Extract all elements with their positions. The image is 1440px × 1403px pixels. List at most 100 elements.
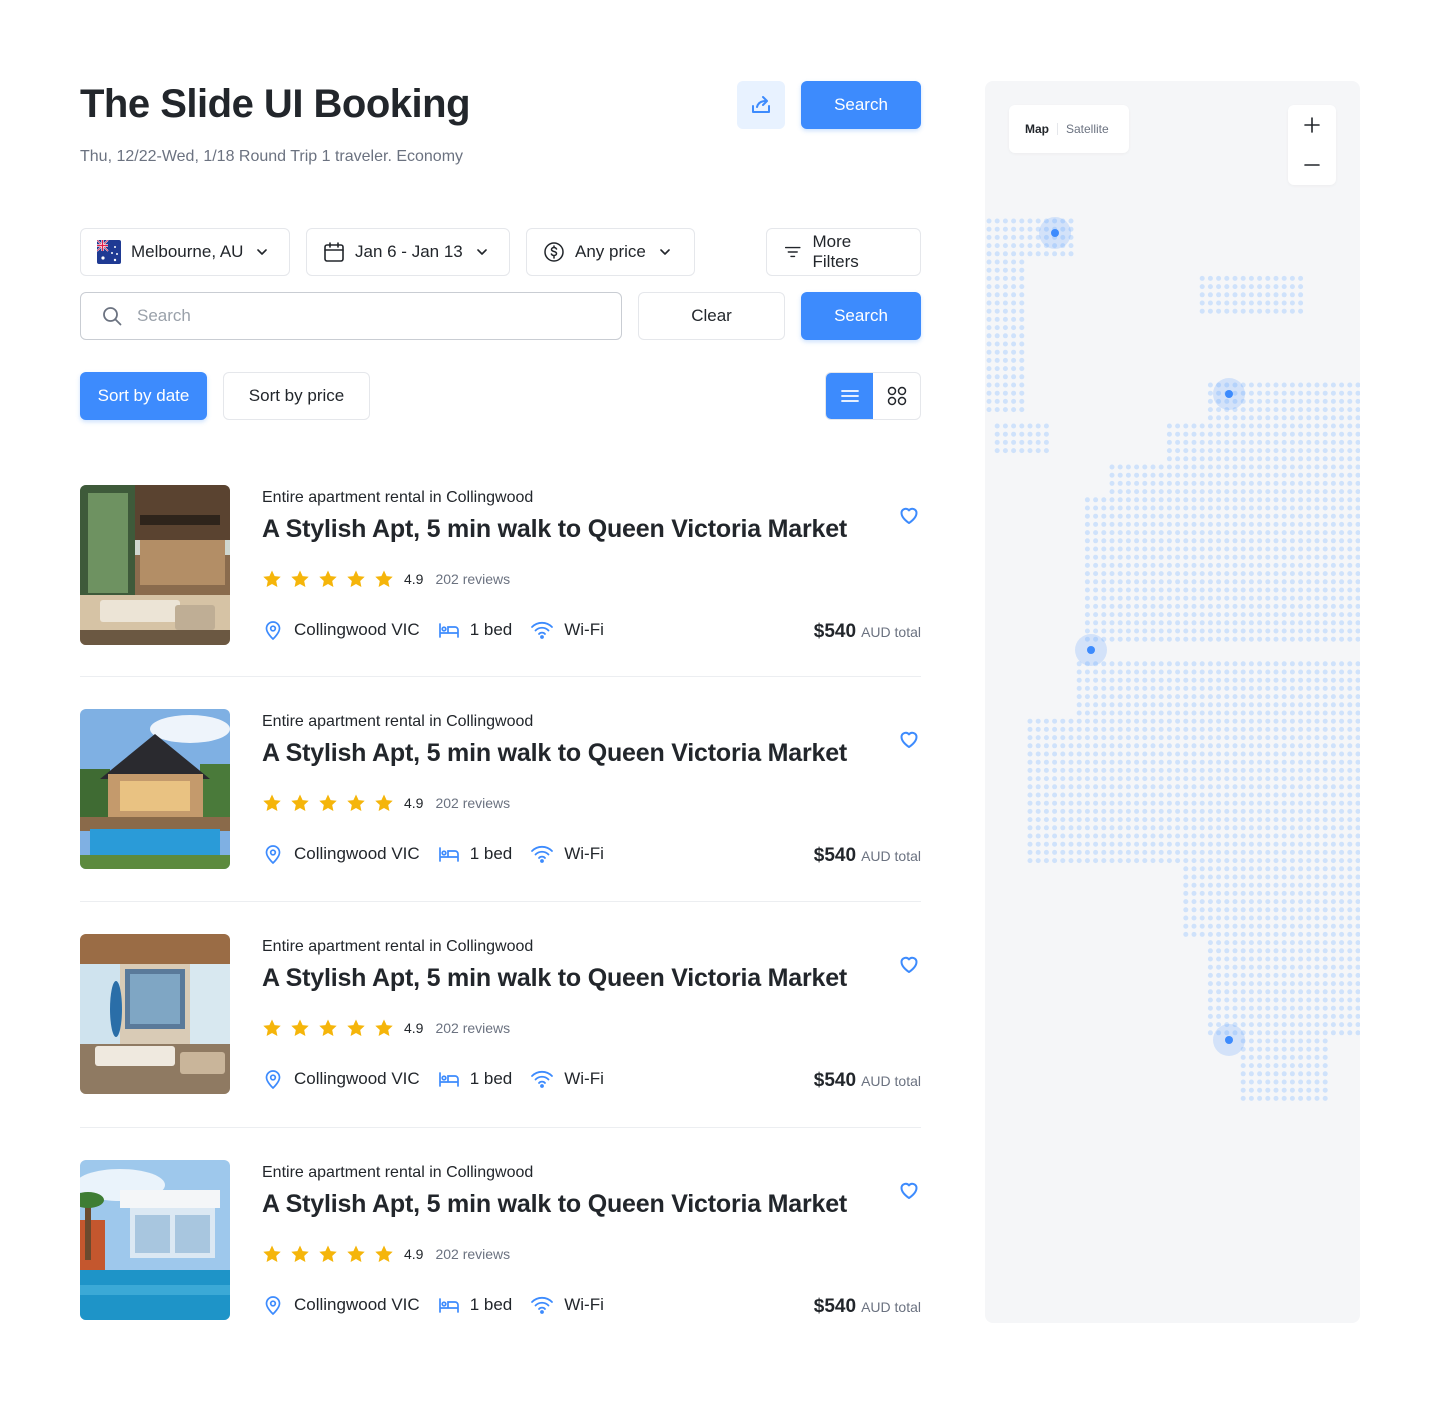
map-dot [1273, 661, 1279, 667]
map-dot [1347, 767, 1353, 773]
listing-photo[interactable] [80, 709, 230, 869]
map-dot [1207, 923, 1213, 929]
map-location-marker[interactable] [1225, 1036, 1233, 1044]
map-dot [1150, 571, 1156, 577]
sort-by-price-button[interactable]: Sort by price [223, 372, 370, 420]
dotted-map-graphic[interactable] [985, 81, 1360, 1323]
map-dot [1322, 595, 1328, 601]
map-dot [1273, 767, 1279, 773]
favorite-button[interactable] [897, 952, 921, 981]
map-dot [1347, 538, 1353, 544]
map-dot [1043, 776, 1049, 782]
map-dot [1027, 243, 1033, 249]
map-dot [1330, 587, 1336, 593]
price-filter[interactable]: Any price [526, 228, 695, 276]
map-dot [1347, 825, 1353, 831]
listing-card[interactable]: Entire apartment rental in Collingwood A… [80, 934, 921, 1094]
search-button[interactable]: Search [801, 292, 921, 340]
sort-by-date-button[interactable]: Sort by date [80, 372, 207, 420]
map-dot [1207, 620, 1213, 626]
review-count[interactable]: 202 reviews [435, 795, 510, 811]
map-dot [1265, 390, 1271, 396]
map-dot [1306, 956, 1312, 962]
location-meta: Collingwood VIC [262, 619, 420, 641]
map-dot [1224, 833, 1230, 839]
map-dot [1232, 784, 1238, 790]
map-dot [1240, 464, 1246, 470]
map-dot [1134, 858, 1140, 864]
map-dot [1347, 989, 1353, 995]
satellite-tab[interactable]: Satellite [1066, 122, 1109, 136]
location-filter[interactable]: Melbourne, AU [80, 228, 290, 276]
share-button[interactable] [737, 81, 785, 129]
map-panel[interactable]: Map Satellite [985, 81, 1360, 1323]
map-dot [1043, 800, 1049, 806]
map-location-marker[interactable] [1087, 646, 1095, 654]
map-dot [1019, 398, 1025, 404]
map-dot [1166, 579, 1172, 585]
map-dot [1027, 751, 1033, 757]
map-dot [1117, 554, 1123, 560]
review-count[interactable]: 202 reviews [435, 571, 510, 587]
favorite-button[interactable] [897, 1178, 921, 1207]
list-view-button[interactable] [826, 373, 873, 419]
grid-view-button[interactable] [873, 373, 920, 419]
zoom-in-button[interactable] [1288, 105, 1336, 145]
map-tab[interactable]: Map [1025, 122, 1049, 136]
zoom-out-button[interactable] [1288, 145, 1336, 185]
map-dot [1109, 530, 1115, 536]
header-search-button[interactable]: Search [801, 81, 921, 129]
map-dot [1265, 890, 1271, 896]
map-dot [1158, 464, 1164, 470]
calendar-icon [324, 242, 344, 262]
clear-button[interactable]: Clear [638, 292, 785, 340]
listing-photo[interactable] [80, 485, 230, 645]
listing-photo[interactable] [80, 1160, 230, 1320]
listing-title[interactable]: A Stylish Apt, 5 min walk to Queen Victo… [262, 964, 847, 993]
wifi-meta: Wi-Fi [530, 1294, 604, 1316]
map-dot [994, 226, 1000, 232]
review-count[interactable]: 202 reviews [435, 1020, 510, 1036]
map-dot [1248, 612, 1254, 618]
listing-title[interactable]: A Stylish Apt, 5 min walk to Queen Victo… [262, 515, 847, 544]
map-dot [1175, 817, 1181, 823]
map-dot [1314, 956, 1320, 962]
map-location-marker[interactable] [1225, 390, 1233, 398]
search-input[interactable] [137, 306, 537, 326]
map-dot [1322, 817, 1328, 823]
map-dot [1224, 579, 1230, 585]
more-filters-button[interactable]: More Filters [766, 228, 921, 276]
listing-card[interactable]: Entire apartment rental in Collingwood A… [80, 709, 921, 869]
map-dot [1084, 677, 1090, 683]
map-dot [1150, 620, 1156, 626]
map-dot [1191, 628, 1197, 634]
map-dot [1281, 669, 1287, 675]
review-count[interactable]: 202 reviews [435, 1246, 510, 1262]
date-filter[interactable]: Jan 6 - Jan 13 [306, 228, 510, 276]
map-dot [1289, 956, 1295, 962]
map-dot [1281, 702, 1287, 708]
map-dot [1257, 448, 1263, 454]
map-dot [1019, 226, 1025, 232]
map-dot [1166, 751, 1172, 757]
listing-title[interactable]: A Stylish Apt, 5 min walk to Queen Victo… [262, 1190, 847, 1219]
listing-title[interactable]: A Stylish Apt, 5 min walk to Queen Victo… [262, 739, 847, 768]
map-dot [1273, 726, 1279, 732]
listing-card[interactable]: Entire apartment rental in Collingwood A… [80, 485, 921, 645]
heart-icon [900, 956, 918, 973]
map-dot [1347, 530, 1353, 536]
map-dot [1002, 275, 1008, 281]
map-dot [1216, 431, 1222, 437]
search-field[interactable] [80, 292, 622, 340]
map-dot [1330, 940, 1336, 946]
map-dot [1199, 636, 1205, 642]
map-location-marker[interactable] [1051, 229, 1059, 237]
map-dot [1166, 808, 1172, 814]
favorite-button[interactable] [897, 503, 921, 532]
listing-photo[interactable] [80, 934, 230, 1094]
map-dot [1355, 915, 1360, 921]
listing-card[interactable]: Entire apartment rental in Collingwood A… [80, 1160, 921, 1320]
map-dot [1117, 833, 1123, 839]
favorite-button[interactable] [897, 727, 921, 756]
map-dot [1322, 398, 1328, 404]
